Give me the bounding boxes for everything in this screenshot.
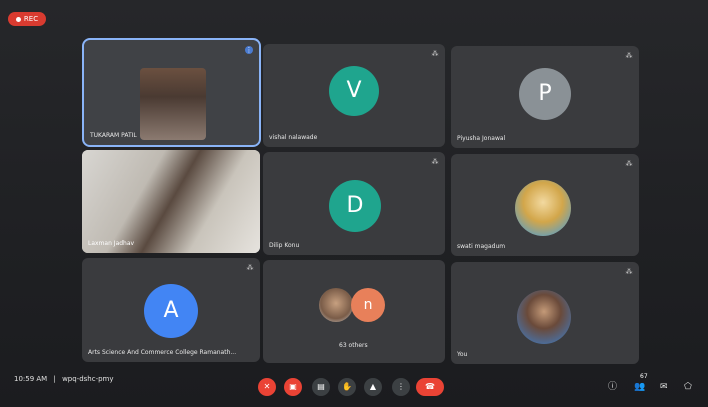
participant-tile-1[interactable]: ⋮ TUKARAM PATIL xyxy=(82,38,261,147)
raise-hand-icon: ✋ xyxy=(342,382,352,391)
participant-photo xyxy=(515,180,571,236)
participant-video xyxy=(140,68,206,140)
participant-name: swati magadum xyxy=(457,243,506,250)
more-options-button[interactable]: ⋮ xyxy=(392,378,410,396)
participant-tile-self[interactable]: ⁂ You xyxy=(451,262,639,364)
mic-muted-icon: ⁂ xyxy=(625,52,633,60)
clock-time: 10:59 AM xyxy=(14,375,48,383)
raise-hand-button[interactable]: ✋ xyxy=(338,378,356,396)
mic-muted-icon: ⁂ xyxy=(431,158,439,166)
captions-button[interactable]: ▤ xyxy=(312,378,330,396)
participant-video xyxy=(82,150,260,253)
end-call-icon: ☎ xyxy=(425,382,435,391)
participant-name: TUKARAM PATIL xyxy=(90,132,137,139)
end-call-button[interactable]: ☎ xyxy=(416,378,444,396)
chat-icon[interactable]: ✉ xyxy=(660,382,668,392)
mic-muted-icon: ⁂ xyxy=(246,264,254,272)
recording-indicator: REC xyxy=(8,12,46,26)
participant-avatar: n xyxy=(351,288,385,322)
mic-muted-icon: ⁂ xyxy=(431,50,439,58)
participant-avatar: D xyxy=(329,180,381,232)
participant-name: Dilip Konu xyxy=(269,242,300,249)
activities-icon[interactable]: ⬠ xyxy=(684,382,692,392)
participant-tile-4[interactable]: Laxman Jadhav xyxy=(82,150,260,253)
participant-tile-6[interactable]: ⁂ swati magadum xyxy=(451,154,639,256)
present-icon: ▲ xyxy=(369,382,377,391)
participant-tile-2[interactable]: V ⁂ vishal nalawade xyxy=(263,44,445,147)
recording-label: REC xyxy=(23,15,39,23)
people-icon[interactable]: 👥 xyxy=(634,382,645,392)
mic-off-button[interactable]: ✕ xyxy=(258,378,276,396)
info-icon[interactable]: ⓘ xyxy=(608,382,617,392)
participant-tile-5[interactable]: D ⁂ Dilip Konu xyxy=(263,152,445,255)
participant-photo xyxy=(517,290,571,344)
people-count-badge: 67 xyxy=(640,373,648,380)
captions-icon: ▤ xyxy=(317,382,325,391)
mic-off-icon: ✕ xyxy=(263,382,271,391)
participant-name: Laxman Jadhav xyxy=(88,240,135,247)
participant-name: You xyxy=(457,351,468,358)
meeting-time-code: 10:59 AM | wpq-dshc-pmy xyxy=(14,375,114,383)
more-options-icon[interactable]: ⋮ xyxy=(245,46,253,54)
more-icon: ⋮ xyxy=(397,382,405,391)
participant-name: Arts Science And Commerce College Ramana… xyxy=(88,349,237,356)
camera-off-icon: ▣ xyxy=(289,382,297,391)
meet-screen: REC ⋮ TUKARAM PATIL V ⁂ vishal nalawade … xyxy=(0,0,708,407)
participant-avatar: A xyxy=(144,284,198,338)
record-dot-icon xyxy=(15,16,21,22)
camera-off-button[interactable]: ▣ xyxy=(284,378,302,396)
participant-name: Piyusha Jonawal xyxy=(457,135,506,142)
participant-photo xyxy=(319,288,353,322)
participant-avatar: V xyxy=(329,66,379,116)
participant-name: vishal nalawade xyxy=(269,134,318,141)
others-count: 63 others xyxy=(339,342,368,349)
meeting-code: wpq-dshc-pmy xyxy=(62,375,114,383)
present-button[interactable]: ▲ xyxy=(364,378,382,396)
participant-tile-7[interactable]: A ⁂ Arts Science And Commerce College Ra… xyxy=(82,258,260,362)
mic-muted-icon: ⁂ xyxy=(625,268,633,276)
participant-tile-others[interactable]: n 63 others xyxy=(263,260,445,363)
participant-avatar: P xyxy=(519,68,571,120)
mic-muted-icon: ⁂ xyxy=(625,160,633,168)
participant-tile-3[interactable]: P ⁂ Piyusha Jonawal xyxy=(451,46,639,148)
